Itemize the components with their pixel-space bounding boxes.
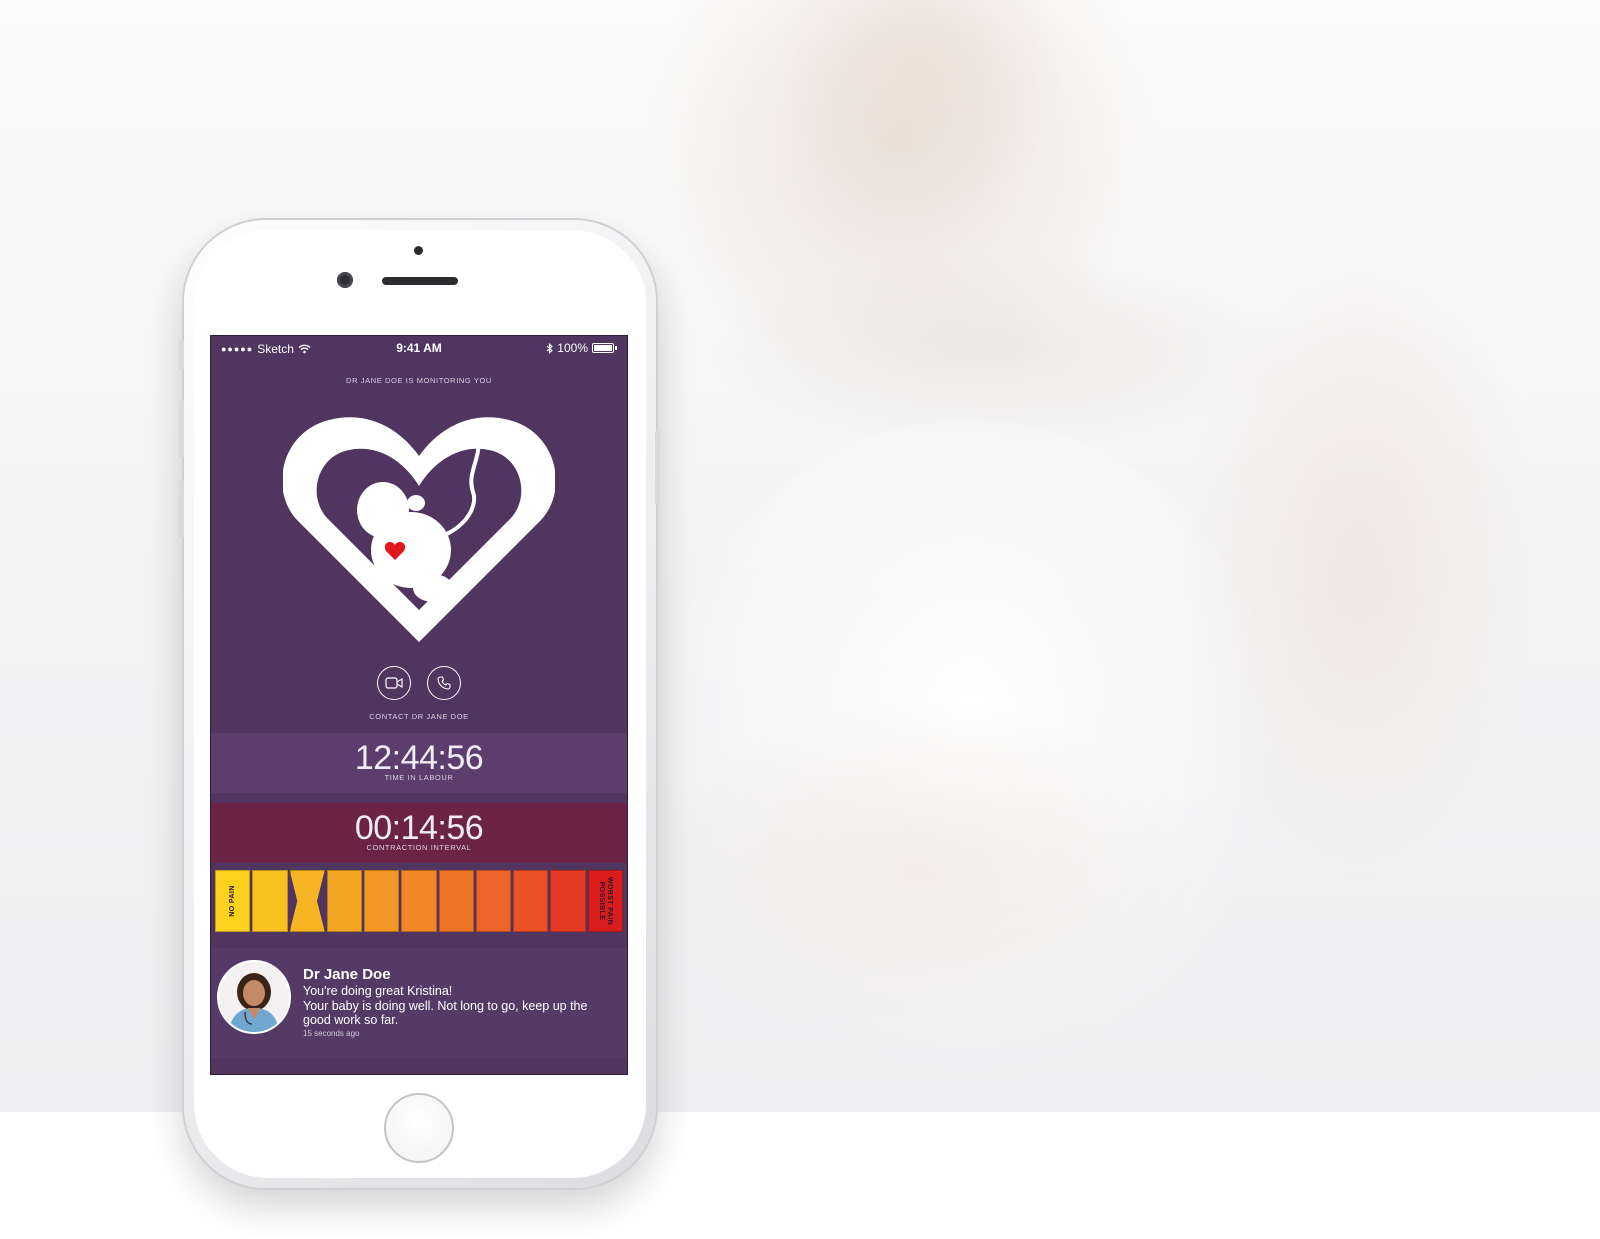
contraction-interval-panel: 00:14:56 CONTRACTION INTERVAL bbox=[211, 803, 627, 863]
monitoring-status: DR JANE DOE IS MONITORING YOU bbox=[346, 376, 492, 385]
status-bar: ●●●●● Sketch 9:41 AM 100% bbox=[211, 336, 627, 360]
pain-level-9[interactable] bbox=[513, 870, 549, 932]
pain-level-10[interactable] bbox=[550, 870, 586, 932]
bluetooth-icon bbox=[546, 342, 554, 354]
phone-icon bbox=[437, 676, 451, 690]
message-timestamp: 15 seconds ago bbox=[303, 1029, 360, 1038]
proximity-sensor bbox=[414, 246, 423, 255]
no-pain-label: NO PAIN bbox=[228, 885, 236, 917]
front-camera bbox=[337, 272, 353, 288]
app-screen: ●●●●● Sketch 9:41 AM 100% DR JANE DOE IS… bbox=[210, 335, 628, 1075]
worst-pain-label: WORST PAIN POSSIBLE bbox=[598, 876, 614, 926]
battery-percent: 100% bbox=[557, 341, 588, 355]
video-camera-icon bbox=[385, 677, 403, 689]
time-in-labour-label: TIME IN LABOUR bbox=[384, 773, 454, 782]
contact-label: CONTACT DR JANE DOE bbox=[369, 712, 469, 721]
pain-level-5[interactable] bbox=[364, 870, 400, 932]
battery-icon bbox=[592, 343, 614, 353]
power-button bbox=[655, 430, 660, 504]
baby-heart-logo bbox=[283, 417, 555, 642]
message-line-1: You're doing great Kristina! bbox=[303, 984, 453, 998]
volume-up-button bbox=[179, 400, 184, 458]
video-call-button[interactable] bbox=[377, 666, 411, 700]
pain-level-4[interactable] bbox=[326, 870, 363, 932]
contraction-interval-label: CONTRACTION INTERVAL bbox=[366, 843, 472, 852]
pain-level-6[interactable] bbox=[401, 870, 437, 932]
contact-actions bbox=[211, 666, 627, 700]
doctor-avatar bbox=[219, 962, 289, 1032]
message-sender: Dr Jane Doe bbox=[303, 966, 391, 983]
doctor-message[interactable]: Dr Jane Doe You're doing great Kristina!… bbox=[211, 948, 627, 1058]
mute-switch bbox=[179, 340, 184, 370]
message-line-2: Your baby is doing well. Not long to go,… bbox=[303, 999, 588, 1027]
home-button[interactable] bbox=[384, 1093, 454, 1163]
pain-level-1[interactable]: NO PAIN bbox=[215, 870, 251, 932]
pain-level-3[interactable] bbox=[289, 870, 325, 932]
pain-scale: NO PAIN WORST PAIN POSSIBLE bbox=[215, 870, 623, 932]
volume-down-button bbox=[179, 480, 184, 538]
pain-level-8[interactable] bbox=[475, 870, 512, 932]
earpiece-speaker bbox=[382, 277, 458, 285]
pain-level-2[interactable] bbox=[252, 870, 288, 932]
pain-level-7[interactable] bbox=[438, 870, 474, 932]
time-in-labour-panel: 12:44:56 TIME IN LABOUR bbox=[211, 733, 627, 793]
pain-level-11[interactable]: WORST PAIN POSSIBLE bbox=[587, 870, 623, 932]
battery-tip bbox=[615, 346, 617, 350]
avatar bbox=[217, 960, 291, 1034]
phone-call-button[interactable] bbox=[427, 666, 461, 700]
